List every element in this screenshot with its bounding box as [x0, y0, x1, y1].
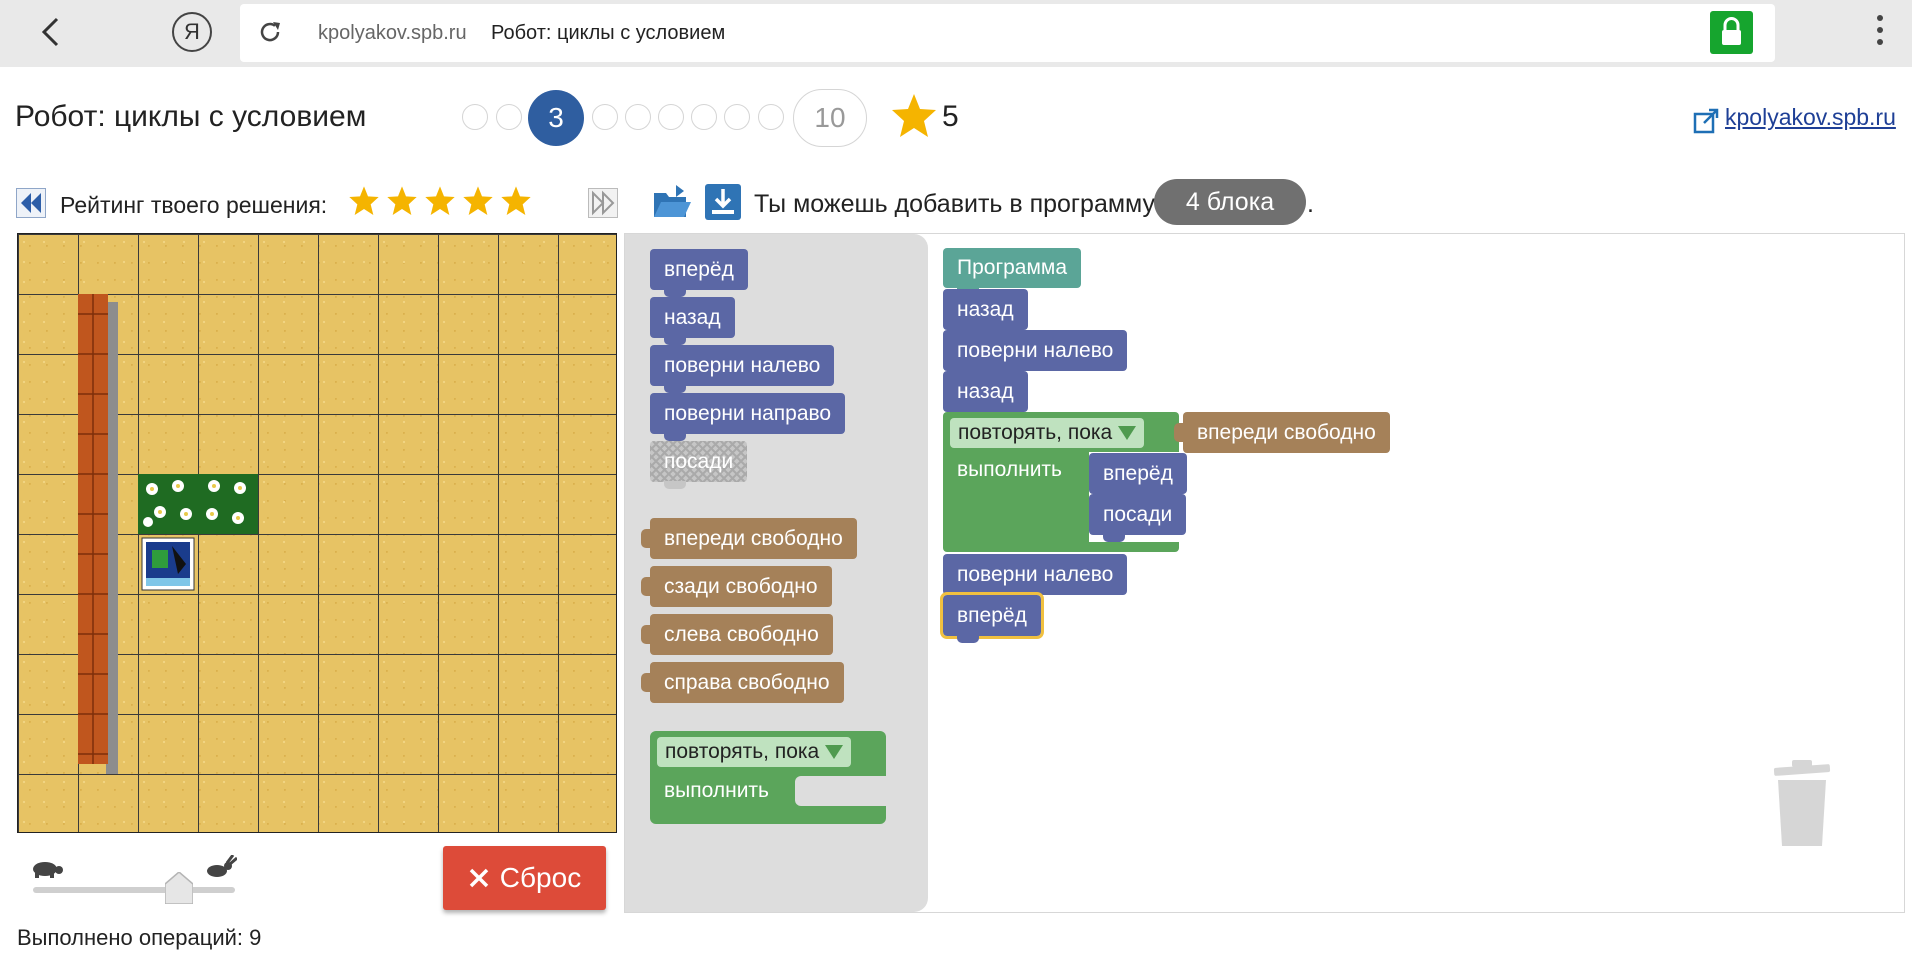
rating-star-icon	[501, 186, 531, 215]
program-block-turn-left[interactable]: поверни налево	[943, 554, 1128, 602]
close-icon	[469, 868, 489, 888]
period-text: .	[1307, 190, 1314, 218]
level-dot-4[interactable]	[592, 104, 618, 130]
star-icon	[892, 94, 936, 137]
level-dot-2[interactable]	[496, 104, 522, 130]
lock-icon[interactable]	[1710, 11, 1753, 54]
level-dot-7[interactable]	[691, 104, 717, 130]
browser-toolbar: Я kpolyakov.spb.ru Робот: циклы с услови…	[0, 0, 1912, 67]
toolbox-block-turn-right[interactable]: поверни направо	[650, 393, 846, 441]
rewind-icon[interactable]	[16, 188, 46, 218]
reload-icon[interactable]	[250, 12, 290, 52]
program-block-back[interactable]: назад	[943, 371, 1028, 419]
program-block-front-free[interactable]: впереди свободно	[1174, 412, 1390, 453]
level-dot-8[interactable]	[724, 104, 750, 130]
toolbox-block-back[interactable]: назад	[650, 297, 735, 345]
block-toolbox: вперёд назад поверни налево поверни напр…	[625, 234, 928, 912]
back-icon[interactable]	[30, 12, 70, 52]
rating-star-icon	[463, 186, 493, 215]
toolbox-block-right-free[interactable]: справа свободно	[641, 662, 844, 703]
toolbox-block-left-free[interactable]: слева свободно	[641, 614, 833, 655]
level-dot-9[interactable]	[758, 104, 784, 130]
toolbox-block-front-free[interactable]: впереди свободно	[641, 518, 857, 559]
speed-slider-handle[interactable]	[165, 872, 193, 904]
reset-button[interactable]: Сброс	[443, 846, 606, 910]
add-blocks-label: Ты можешь добавить в программу	[754, 190, 1156, 218]
url-domain: kpolyakov.spb.ru	[318, 22, 467, 44]
rating-label: Рейтинг твоего решения:	[60, 192, 328, 218]
level-last[interactable]: 10	[793, 89, 867, 147]
toolbox-block-forward[interactable]: вперёд	[650, 249, 748, 297]
do-label: выполнить	[664, 779, 769, 802]
robot-field	[17, 233, 617, 833]
program-header-block[interactable]: Программа	[943, 248, 1082, 295]
repeat-while-label: повторять, пока	[665, 740, 820, 763]
level-dot-1[interactable]	[462, 104, 488, 130]
flowerbed	[138, 474, 198, 534]
loop-slot	[795, 776, 886, 806]
program-repeat-while-label: повторять, пока	[958, 421, 1113, 444]
level-dot-5[interactable]	[625, 104, 651, 130]
program-repeat-while-dropdown[interactable]: повторять, пока	[950, 418, 1145, 448]
brick-wall	[78, 294, 118, 774]
level-current[interactable]: 3	[528, 90, 584, 146]
program-loop-block-forward[interactable]: вперёд	[1089, 453, 1187, 501]
turtle-icon	[33, 862, 63, 878]
program-block-turn-left[interactable]: поверни налево	[943, 330, 1128, 378]
url-page-title: Робот: циклы с условием	[491, 22, 726, 44]
page-title: Робот: циклы с условием	[15, 100, 367, 133]
dropdown-arrow-icon	[1118, 426, 1137, 440]
rabbit-icon	[207, 855, 237, 877]
toolbox-block-back-free[interactable]: сзади свободно	[641, 566, 832, 607]
external-link-icon[interactable]	[1692, 107, 1720, 135]
save-download-icon[interactable]	[705, 184, 741, 220]
program-block-forward-selected[interactable]: вперёд	[940, 592, 1044, 643]
site-link[interactable]: kpolyakov.spb.ru	[1725, 104, 1896, 131]
rating-star-icon	[425, 186, 455, 215]
address-bar[interactable]: kpolyakov.spb.ru Робот: циклы с условием	[240, 4, 1775, 62]
star-count: 5	[942, 100, 959, 133]
flowerbed	[198, 474, 258, 534]
repeat-while-dropdown[interactable]: повторять, пока	[657, 737, 852, 767]
trash-icon[interactable]	[1770, 760, 1834, 850]
more-vertical-icon[interactable]	[1870, 13, 1890, 53]
reset-label: Сброс	[499, 862, 582, 893]
rating-star-icon	[349, 186, 379, 215]
program-loop-block-plant[interactable]: посади	[1089, 494, 1187, 542]
program-block-back[interactable]: назад	[943, 289, 1028, 337]
program-do-label: выполнить	[957, 458, 1062, 481]
speed-slider[interactable]	[33, 887, 235, 893]
blocks-left-badge: 4 блока	[1154, 179, 1306, 225]
blockly-workspace[interactable]: вперёд назад поверни налево поверни напр…	[624, 233, 1905, 913]
toolbox-block-repeat-while[interactable]: повторять, пока выполнить	[650, 731, 886, 824]
fast-forward-icon[interactable]	[588, 188, 618, 218]
toolbox-block-plant-disabled: посади	[650, 441, 747, 489]
operations-count: Выполнено операций: 9	[17, 925, 262, 950]
open-folder-icon[interactable]	[652, 183, 692, 221]
level-dot-6[interactable]	[658, 104, 684, 130]
yandex-logo[interactable]: Я	[172, 12, 212, 52]
dropdown-arrow-icon	[825, 745, 844, 759]
robot-icon	[141, 537, 195, 591]
toolbox-block-turn-left[interactable]: поверни налево	[650, 345, 835, 393]
rating-star-icon	[387, 186, 417, 215]
